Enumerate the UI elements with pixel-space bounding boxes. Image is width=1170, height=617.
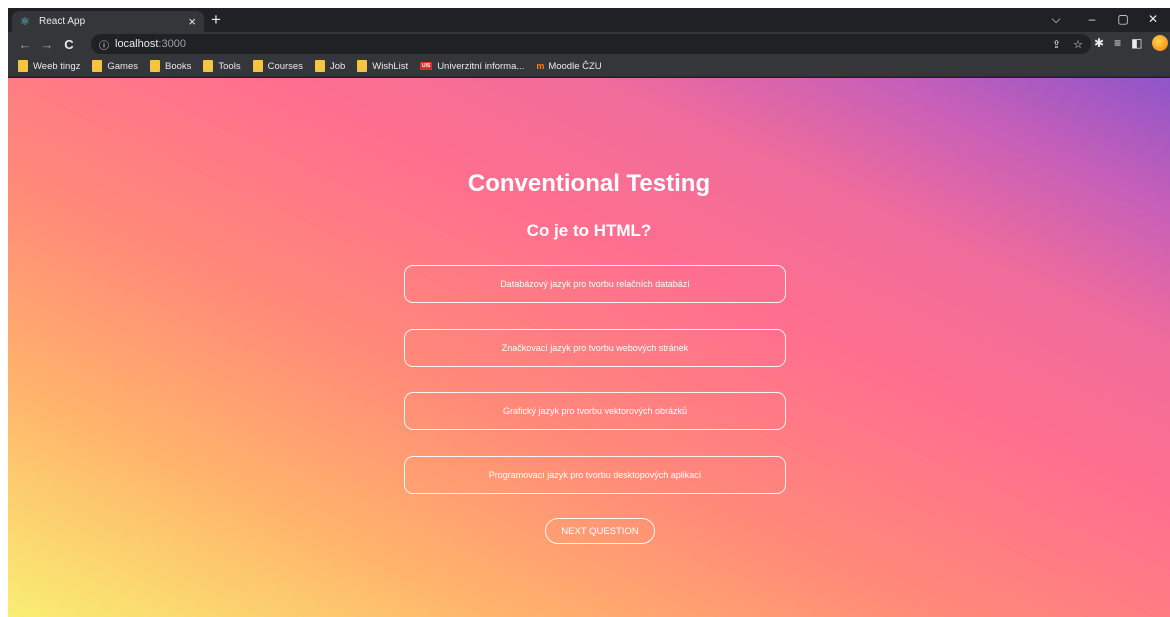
bookmarks-bar: Weeb tingz Games Books Tools Courses Job… xyxy=(8,56,1170,77)
bookmark-moodle[interactable]: m Moodle ČZU xyxy=(536,61,601,72)
bookmark-label: Courses xyxy=(267,60,303,72)
bookmark-uis[interactable]: UIS Univerzitní informa... xyxy=(420,61,524,72)
bookmark-label: WishList xyxy=(372,60,409,72)
profile-avatar[interactable] xyxy=(1152,35,1169,51)
address-bar[interactable]: ⓘ localhost :3000 ⇪ ☆ xyxy=(91,34,1091,54)
bookmark-books[interactable]: Books xyxy=(149,60,192,72)
extension-area: ✱ ≡ ◧ ⋮ xyxy=(1094,35,1170,51)
browser-toolbar: ← → C ⓘ localhost :3000 ⇪ ☆ ✱ ≡ ◧ ⋮ xyxy=(8,32,1170,56)
url-port: :3000 xyxy=(158,38,186,50)
share-icon[interactable]: ⇪ xyxy=(1052,38,1061,51)
bookmark-label: Books xyxy=(164,60,192,72)
answer-button-2[interactable]: Značkovací jazyk pro tvorbu webových str… xyxy=(404,329,786,367)
minimize-button[interactable]: – xyxy=(1079,10,1105,28)
site-info-icon[interactable]: ⓘ xyxy=(99,37,109,52)
page-title: Conventional Testing xyxy=(467,170,711,197)
browser-window: ⚛ React App × + ⌵ – ▢ ✕ ← → C ⓘ localhos… xyxy=(8,8,1170,617)
bookmark-games[interactable]: Games xyxy=(92,60,138,72)
uis-icon: UIS xyxy=(420,62,433,70)
new-tab-button[interactable]: + xyxy=(206,10,226,30)
tab-title: React App xyxy=(39,16,86,27)
close-window-button[interactable]: ✕ xyxy=(1140,10,1166,28)
question-text: Co je to HTML? xyxy=(526,221,652,240)
reading-list-icon[interactable]: ≡ xyxy=(1114,36,1121,50)
bookmark-job[interactable]: Job xyxy=(314,60,346,72)
bookmark-tools[interactable]: Tools xyxy=(203,60,241,72)
answer-button-1[interactable]: Databázový jazyk pro tvorbu relačních da… xyxy=(404,265,786,303)
folder-icon xyxy=(252,60,263,72)
bookmark-label: Tools xyxy=(218,60,241,72)
bookmark-weeb-tingz[interactable]: Weeb tingz xyxy=(18,60,80,72)
quiz-container: Conventional Testing Co je to HTML? Data… xyxy=(8,78,1170,617)
bookmark-wishlist[interactable]: WishList xyxy=(357,60,408,72)
bookmark-label: Moodle ČZU xyxy=(548,60,602,72)
page-viewport: Conventional Testing Co je to HTML? Data… xyxy=(8,78,1170,617)
extensions-puzzle-icon[interactable]: ✱ xyxy=(1094,36,1104,50)
folder-icon xyxy=(203,60,214,72)
url-host: localhost xyxy=(115,38,159,50)
forward-button[interactable]: → xyxy=(36,37,58,52)
bookmark-label: Job xyxy=(329,60,346,72)
bookmark-star-icon[interactable]: ☆ xyxy=(1073,38,1083,51)
react-icon: ⚛ xyxy=(20,15,30,28)
bookmark-label: Weeb tingz xyxy=(33,60,81,72)
restore-button[interactable]: ▢ xyxy=(1110,10,1136,28)
bookmark-label: Games xyxy=(107,60,138,72)
tab-search-icon[interactable]: ⌵ xyxy=(1043,10,1069,28)
back-button[interactable]: ← xyxy=(14,37,36,52)
side-panel-icon[interactable]: ◧ xyxy=(1131,36,1142,50)
bookmark-label: Univerzitní informa... xyxy=(437,60,525,72)
folder-icon xyxy=(357,60,368,72)
folder-icon xyxy=(18,60,28,72)
folder-icon xyxy=(92,60,103,72)
next-question-button[interactable]: NEXT QUESTION xyxy=(545,518,655,544)
tab-strip: ⚛ React App × + ⌵ – ▢ ✕ xyxy=(8,8,1170,32)
reload-button[interactable]: C xyxy=(58,37,80,52)
tab-react-app[interactable]: ⚛ React App × xyxy=(12,11,204,32)
folder-icon xyxy=(314,60,325,72)
answer-button-4[interactable]: Programovací jazyk pro tvorbu desktopový… xyxy=(404,456,786,494)
answer-button-3[interactable]: Grafický jazyk pro tvorbu vektorových ob… xyxy=(404,392,786,430)
folder-icon xyxy=(149,60,160,72)
moodle-icon: m xyxy=(536,61,545,71)
close-tab-icon[interactable]: × xyxy=(188,15,196,28)
bookmark-courses[interactable]: Courses xyxy=(252,60,303,72)
